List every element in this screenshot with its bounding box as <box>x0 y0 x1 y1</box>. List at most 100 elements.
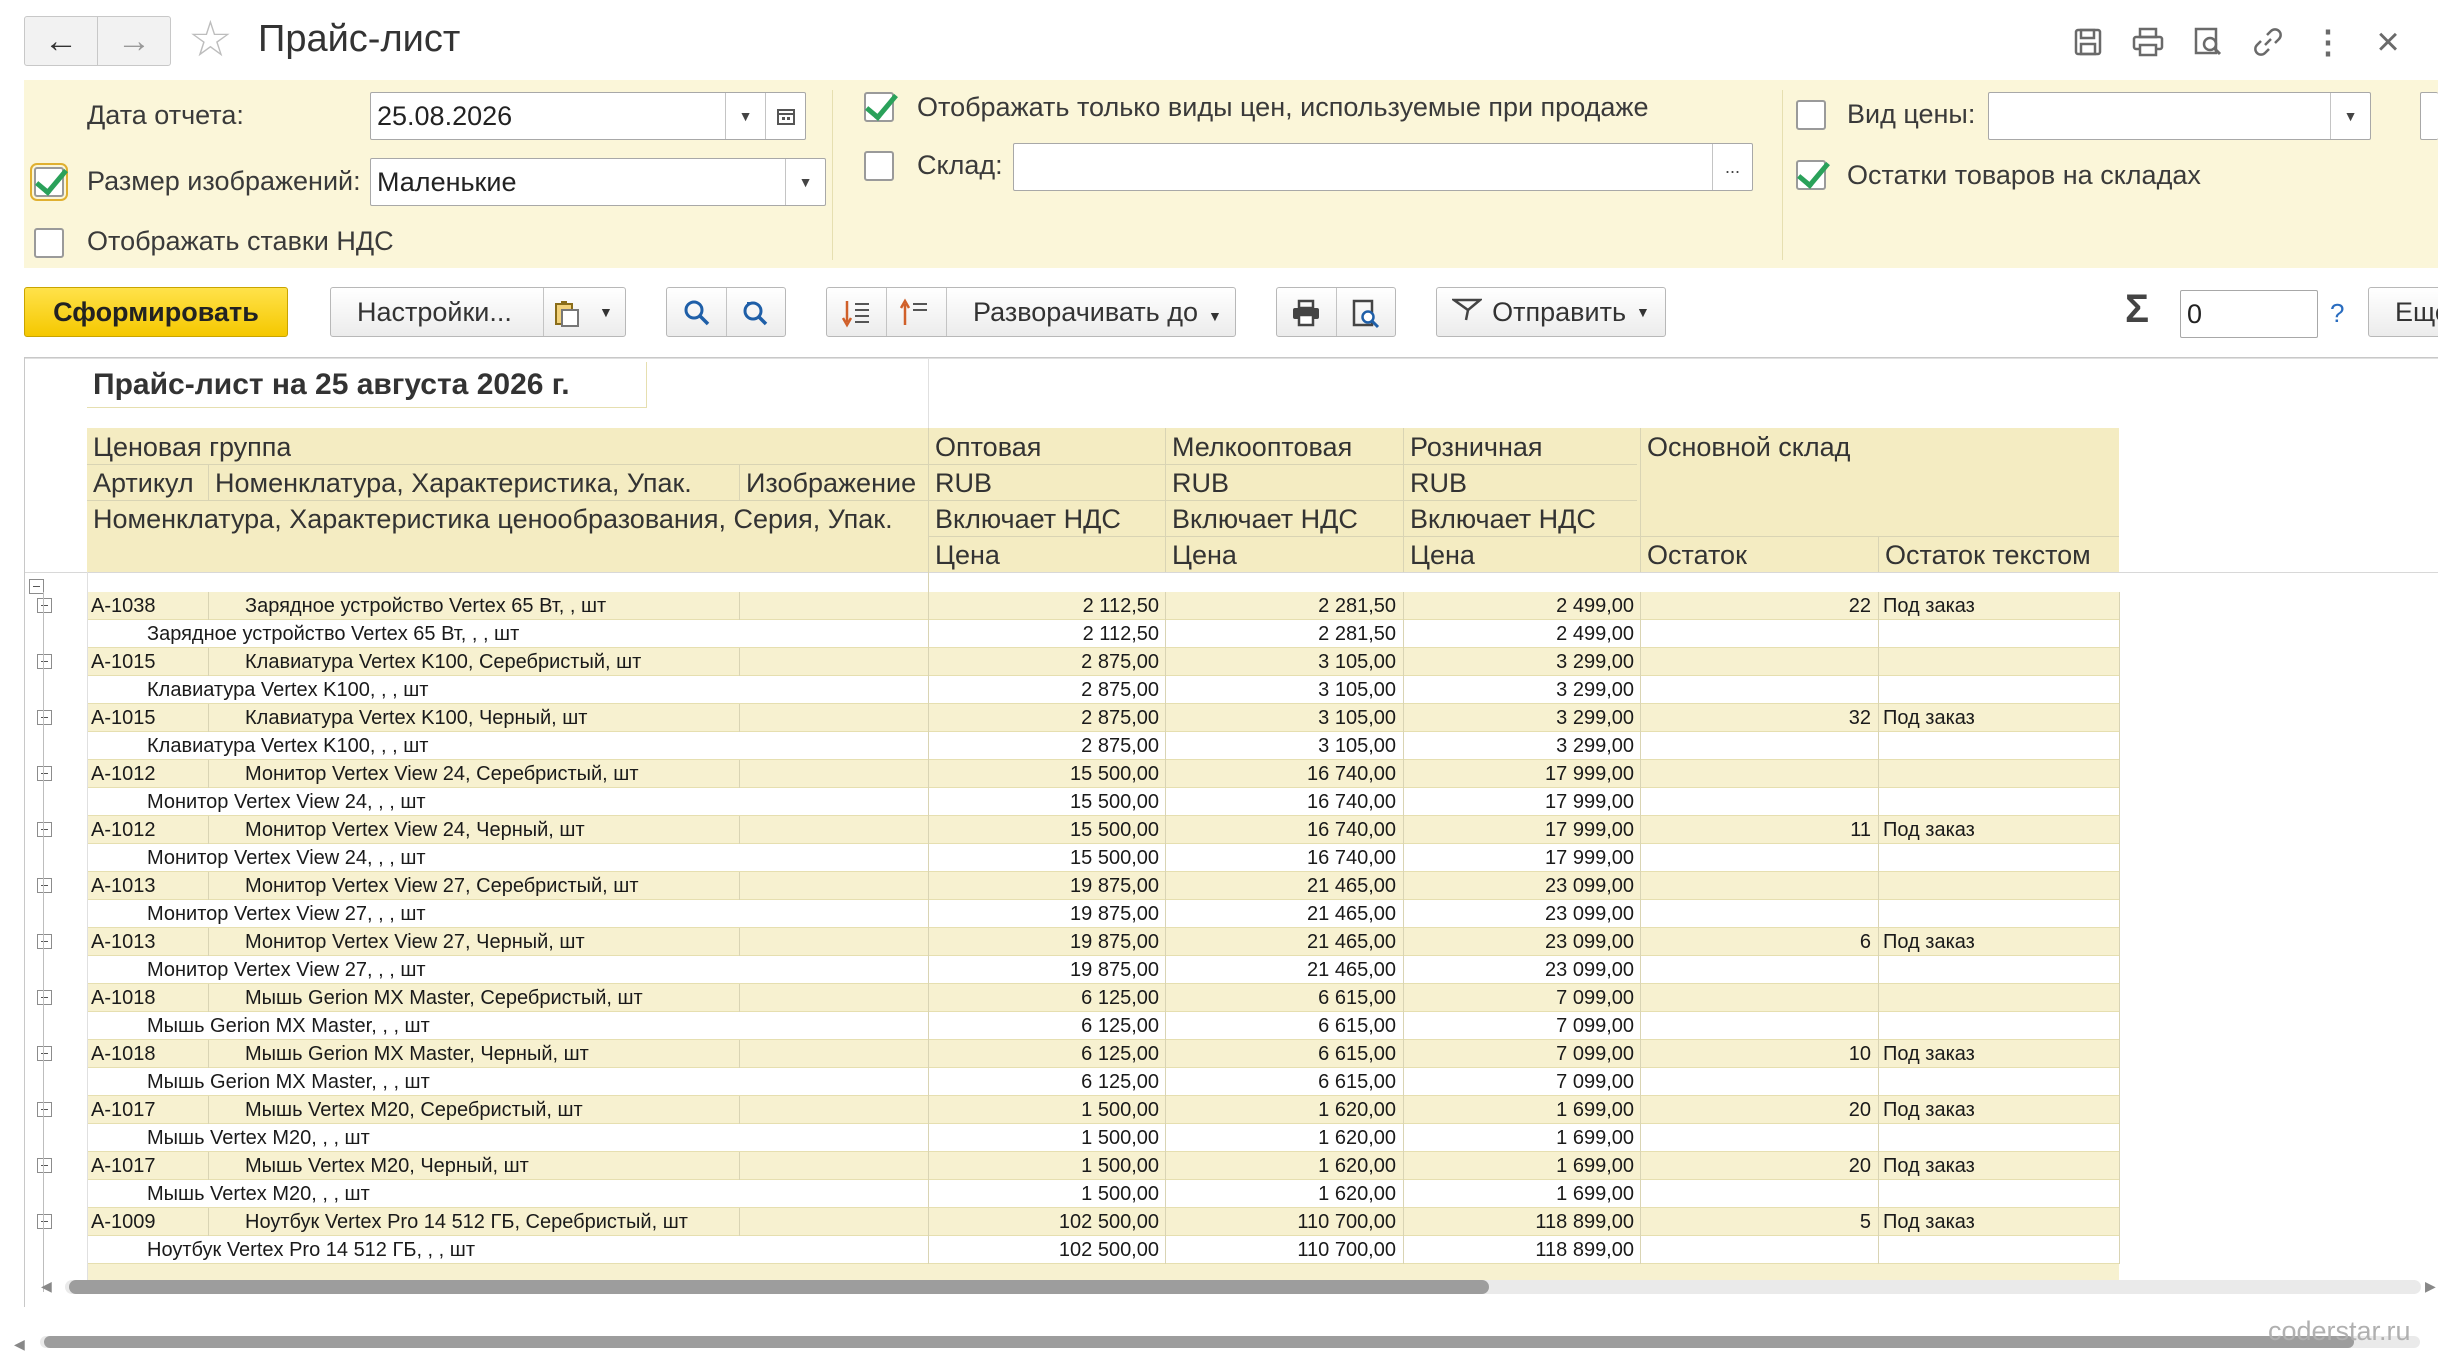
chevron-down-icon[interactable]: ▼ <box>2330 93 2370 139</box>
cell-border <box>739 760 740 788</box>
price-cell: 19 875,00 <box>1070 875 1159 897</box>
stock-text-cell: Под заказ <box>1883 1211 1975 1233</box>
settings-button[interactable]: Настройки... ▼ <box>330 287 626 337</box>
sum-field[interactable]: 0 <box>2180 290 2318 338</box>
date-field[interactable]: 25.08.2026 ▼ <box>370 92 806 140</box>
print-icon[interactable] <box>2128 22 2168 62</box>
stock-cell: 5 <box>1859 1211 1871 1233</box>
collapse-toggle-icon[interactable] <box>37 710 52 725</box>
price-cell: 6 615,00 <box>1318 1015 1396 1037</box>
report-spreadsheet[interactable]: Прайс-лист на 25 августа 2026 г. Ценовая… <box>24 357 2438 1307</box>
price-cell: 15 500,00 <box>1070 819 1159 841</box>
nomenclature-cell: Монитор Vertex View 24, Серебристый, шт <box>245 763 639 785</box>
price-kind-select[interactable]: ▼ <box>1988 92 2371 140</box>
stock-checkbox[interactable] <box>1796 160 1826 190</box>
save-icon[interactable] <box>2068 22 2108 62</box>
send-button[interactable]: Отправить ▼ <box>1436 287 1666 337</box>
collapse-toggle-icon[interactable] <box>37 934 52 949</box>
print-preview-icon[interactable] <box>1351 299 1381 336</box>
more-menu-icon[interactable]: ⋮ <box>2308 22 2348 62</box>
collapse-toggle-icon[interactable] <box>37 822 52 837</box>
collapse-toggle-icon[interactable] <box>37 878 52 893</box>
price-cell: 102 500,00 <box>1058 1211 1159 1233</box>
stock-text-cell: Под заказ <box>1883 819 1975 841</box>
price-cell: 23 099,00 <box>1545 875 1634 897</box>
search-next-icon[interactable] <box>741 299 769 334</box>
date-label: Дата отчета: <box>87 100 244 130</box>
favorite-star-icon[interactable]: ☆ <box>188 10 233 68</box>
warehouse-field[interactable]: ... <box>1013 143 1753 191</box>
collapse-toggle-icon[interactable] <box>37 654 52 669</box>
price-cell: 3 299,00 <box>1556 707 1634 729</box>
collapse-all-toggle-icon[interactable] <box>29 579 44 594</box>
page-scroll-left-icon[interactable]: ◀ <box>14 1336 25 1353</box>
sum-icon: Σ <box>2125 287 2150 331</box>
collapse-toggle-icon[interactable] <box>37 990 52 1005</box>
cell-border <box>1640 788 1641 816</box>
help-icon[interactable]: ? <box>2330 298 2344 329</box>
cell-border <box>739 648 740 676</box>
search-icon[interactable] <box>683 299 711 334</box>
price-cell: 21 465,00 <box>1307 903 1396 925</box>
link-icon[interactable] <box>2248 22 2288 62</box>
price-cell: 2 499,00 <box>1556 623 1634 645</box>
more-button[interactable]: Еще <box>2368 287 2438 337</box>
expand-to-button[interactable]: Разворачивать до ▼ <box>973 297 1222 328</box>
collapse-toggle-icon[interactable] <box>37 1102 52 1117</box>
collapse-toggle-icon[interactable] <box>37 766 52 781</box>
collapse-toggle-icon[interactable] <box>37 598 52 613</box>
chevron-down-icon[interactable]: ▼ <box>725 93 765 139</box>
preview-icon[interactable] <box>2188 22 2228 62</box>
image-size-select[interactable]: Маленькие ▼ <box>370 158 826 206</box>
extra-field-edge[interactable] <box>2420 92 2438 140</box>
price-cell: 7 099,00 <box>1556 1015 1634 1037</box>
warehouse-checkbox[interactable] <box>864 151 894 181</box>
collapse-toggle-icon[interactable] <box>37 1158 52 1173</box>
price-kinds-checkbox[interactable] <box>864 92 894 122</box>
cell-border <box>1640 1068 1641 1096</box>
stock-cell: 10 <box>1848 1043 1871 1065</box>
image-size-checkbox[interactable] <box>30 163 68 201</box>
calendar-icon[interactable] <box>765 93 805 139</box>
page-title: Прайс-лист <box>258 18 461 60</box>
page-hscroll-thumb[interactable] <box>44 1336 2354 1348</box>
scroll-right-icon[interactable]: ▶ <box>2425 1278 2436 1295</box>
price-kind-checkbox[interactable] <box>1796 100 1826 130</box>
stock-cell: 32 <box>1848 707 1871 729</box>
expand-all-icon[interactable] <box>841 298 871 335</box>
collapse-all-icon[interactable] <box>899 298 929 335</box>
nomenclature-pricing-cell: Монитор Vertex View 24, , , шт <box>147 791 426 813</box>
cell-border <box>1878 676 1879 704</box>
forward-button[interactable]: → <box>97 16 171 66</box>
report-variants-icon[interactable] <box>553 298 583 335</box>
price-cell: 110 700,00 <box>1297 1239 1396 1261</box>
close-icon[interactable]: × <box>2368 20 2408 64</box>
cell-border <box>2119 1124 2120 1152</box>
vat-checkbox[interactable] <box>34 228 64 258</box>
price-cell: 3 299,00 <box>1556 651 1634 673</box>
cell-border <box>2119 1152 2120 1180</box>
report-hscroll-thumb[interactable] <box>69 1280 1489 1294</box>
back-button[interactable]: ← <box>24 16 98 66</box>
print-icon[interactable] <box>1291 299 1321 334</box>
nomenclature-pricing-cell: Клавиатура Vertex K100, , , шт <box>147 679 429 701</box>
cell-border <box>2119 844 2120 872</box>
select-ellipsis-button[interactable]: ... <box>1712 144 1752 190</box>
cell-border <box>2119 788 2120 816</box>
stock-label: Остатки товаров на складах <box>1847 160 2201 190</box>
generate-button[interactable]: Сформировать <box>24 287 288 337</box>
price-cell: 1 500,00 <box>1081 1127 1159 1149</box>
cell-border <box>2119 1040 2120 1068</box>
price-cell: 2 875,00 <box>1081 679 1159 701</box>
cell-border <box>739 704 740 732</box>
cell-border <box>2119 928 2120 956</box>
scroll-left-icon[interactable]: ◀ <box>41 1278 52 1295</box>
collapse-toggle-icon[interactable] <box>37 1046 52 1061</box>
collapse-toggle-icon[interactable] <box>37 1214 52 1229</box>
chevron-down-icon[interactable]: ▼ <box>785 159 825 205</box>
cell-border <box>1878 872 1879 900</box>
chevron-down-icon[interactable]: ▼ <box>599 304 613 320</box>
price-cell: 21 465,00 <box>1307 959 1396 981</box>
price-cell: 6 125,00 <box>1081 1015 1159 1037</box>
price-cell: 7 099,00 <box>1556 1043 1634 1065</box>
